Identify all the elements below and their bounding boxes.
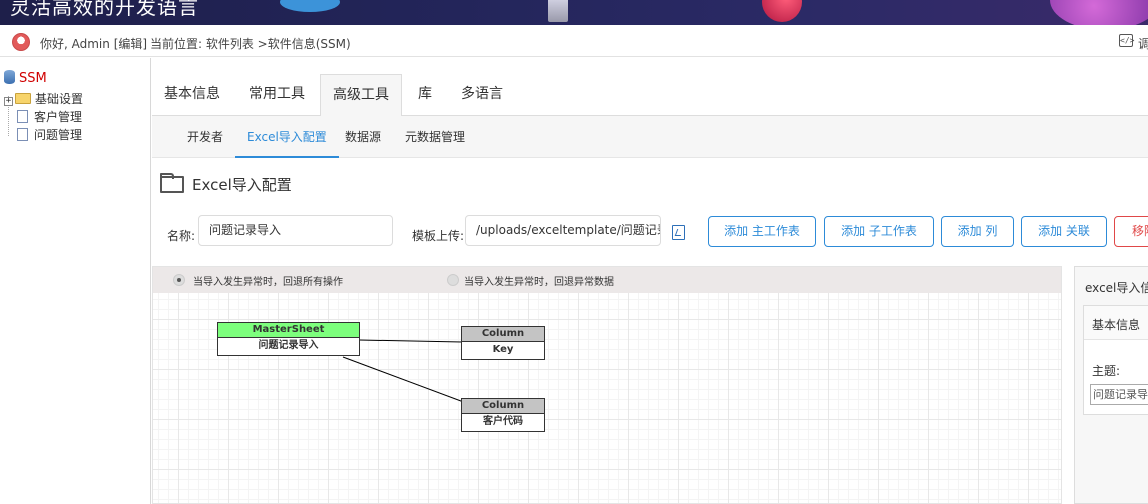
- code-icon[interactable]: </>: [1119, 34, 1134, 47]
- tree-root-label: SSM: [19, 71, 47, 86]
- master-sheet-node[interactable]: MasterSheet 问题记录导入: [217, 322, 360, 356]
- tab-basic-info[interactable]: 基本信息: [152, 74, 232, 116]
- column-node[interactable]: Column Key: [461, 326, 545, 360]
- tree-root[interactable]: SSM: [4, 70, 47, 86]
- breadcrumb: 当前位置: 软件列表 >软件信息(SSM): [150, 37, 351, 51]
- tab-library[interactable]: 库: [406, 74, 444, 116]
- folder-icon: [15, 93, 31, 104]
- properties-panel: excel导入信息 基本信息 主题: 问题记录导入: [1074, 266, 1148, 504]
- page-icon: [17, 128, 28, 141]
- subtab-excel-import[interactable]: Excel导入配置: [235, 116, 339, 158]
- banner-decoration: [1050, 0, 1148, 25]
- node-type: MasterSheet: [218, 323, 359, 338]
- tree-item-label: 基础设置: [35, 92, 84, 106]
- remove-button[interactable]: 移除: [1114, 216, 1148, 247]
- node-name: 客户代码: [483, 416, 523, 427]
- tree-item-basic-settings[interactable]: + 基础设置: [4, 90, 83, 107]
- banner-decoration: [762, 0, 802, 22]
- node-name: Key: [492, 344, 514, 355]
- connector-line: [342, 356, 478, 408]
- template-input[interactable]: /uploads/exceltemplate/问题记录导入.xlsx: [465, 215, 661, 246]
- tree-item-issue-management[interactable]: 问题管理: [4, 126, 82, 143]
- user-bar: 你好, Admin [编辑] 当前位置: 软件列表 >软件信息(SSM) </>…: [0, 25, 1148, 57]
- subtab-datasource[interactable]: 数据源: [333, 116, 393, 158]
- name-label: 名称:: [167, 229, 196, 243]
- main-content: 基本信息 常用工具 高级工具 库 多语言 开发者 Excel导入配置 数据源 元…: [152, 58, 1148, 504]
- add-sub-sheet-button[interactable]: 添加 子工作表: [824, 216, 934, 247]
- add-main-sheet-button[interactable]: 添加 主工作表: [708, 216, 816, 247]
- database-icon: [4, 70, 15, 84]
- column-node[interactable]: Column 客户代码: [461, 398, 545, 432]
- sidebar: SSM + 基础设置 客户管理 问题管理: [0, 58, 151, 504]
- tab-bar: 基本信息 常用工具 高级工具 库 多语言: [152, 58, 1148, 117]
- greeting[interactable]: 你好, Admin [编辑]: [40, 35, 147, 52]
- subtab-bar: 开发者 Excel导入配置 数据源 元数据管理: [152, 116, 1148, 158]
- panel-section-title: 基本信息: [1092, 318, 1141, 332]
- folder-icon: [160, 173, 184, 193]
- page-title-text: Excel导入配置: [192, 176, 292, 194]
- node-type: Column: [462, 327, 544, 342]
- banner-decoration: [548, 0, 568, 22]
- page-icon: [17, 110, 28, 123]
- banner-decoration: [280, 0, 340, 12]
- subject-input[interactable]: 问题记录导入: [1090, 384, 1148, 405]
- node-name: 问题记录导入: [258, 340, 319, 351]
- template-label: 模板上传:: [412, 229, 465, 243]
- diagram-connectors: [342, 339, 478, 408]
- page-title: Excel导入配置: [160, 173, 292, 194]
- node-type: Column: [462, 399, 544, 414]
- subtab-metadata[interactable]: 元数据管理: [393, 116, 477, 158]
- tree-item-label: 客户管理: [34, 110, 83, 124]
- panel-title: excel导入信息: [1085, 281, 1148, 295]
- panel-section-header[interactable]: 基本信息: [1084, 306, 1148, 340]
- code-link[interactable]: 调: [1138, 35, 1148, 52]
- add-relation-button[interactable]: 添加 关联: [1021, 216, 1107, 247]
- top-banner: 灵活高效的开发语言: [0, 0, 1148, 25]
- panel-section: 基本信息 主题: 问题记录导入: [1083, 305, 1148, 415]
- tab-advanced-tools[interactable]: 高级工具: [320, 74, 402, 117]
- form-row: 名称: 问题记录导入 模板上传: /uploads/exceltemplate/…: [152, 215, 1148, 255]
- tree-item-label: 问题管理: [34, 128, 83, 142]
- tab-multilanguage[interactable]: 多语言: [449, 74, 515, 116]
- tab-common-tools[interactable]: 常用工具: [237, 74, 317, 116]
- subtab-developer[interactable]: 开发者: [175, 116, 235, 158]
- diagram-canvas[interactable]: 当导入发生异常时，回退所有操作 当导入发生异常时，回退异常数据 MasterSh…: [152, 266, 1062, 504]
- avatar: [12, 33, 30, 51]
- name-input[interactable]: 问题记录导入: [198, 215, 393, 246]
- expand-icon[interactable]: +: [4, 97, 13, 106]
- banner-title: 灵活高效的开发语言: [10, 0, 199, 19]
- connector-line: [358, 339, 463, 343]
- add-column-button[interactable]: 添加 列: [941, 216, 1014, 247]
- upload-icon[interactable]: [672, 225, 685, 240]
- tree-item-customer-management[interactable]: 客户管理: [4, 108, 82, 125]
- subject-label: 主题:: [1092, 364, 1121, 378]
